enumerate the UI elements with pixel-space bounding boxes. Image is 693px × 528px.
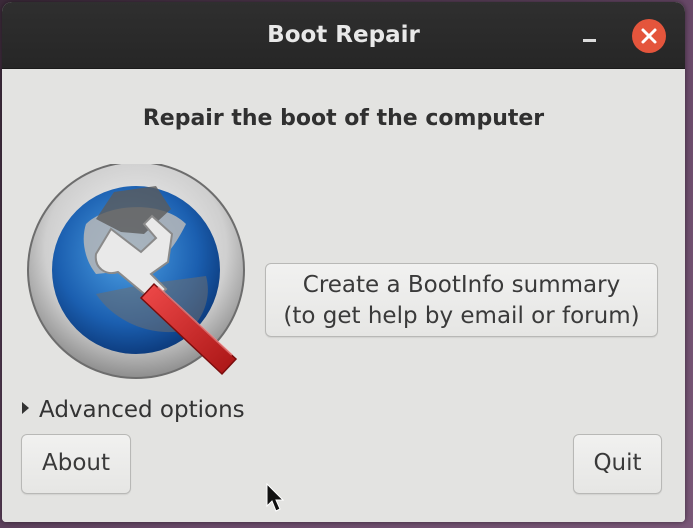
title-bar[interactable]: Boot Repair xyxy=(2,2,685,69)
minimize-button[interactable] xyxy=(574,24,604,48)
minimize-icon xyxy=(583,39,596,42)
bootinfo-button-line2: (to get help by email or forum) xyxy=(283,303,640,329)
quit-button[interactable]: Quit xyxy=(573,434,662,494)
main-content: Repair the boot of the computer Create a… xyxy=(2,69,685,522)
page-heading: Repair the boot of the computer xyxy=(142,106,545,131)
advanced-options-expander[interactable]: Advanced options xyxy=(22,397,245,423)
boot-repair-logo-icon xyxy=(27,164,245,379)
boot-repair-window: Boot Repair Repair the boot of the compu… xyxy=(2,2,685,522)
close-icon xyxy=(641,28,657,44)
create-bootinfo-summary-button[interactable]: Create a BootInfo summary (to get help b… xyxy=(265,263,658,337)
mouse-pointer-icon xyxy=(266,483,284,512)
close-button[interactable] xyxy=(632,19,666,53)
bootinfo-button-line1: Create a BootInfo summary xyxy=(302,272,621,298)
about-button[interactable]: About xyxy=(21,434,131,494)
expander-triangle-icon xyxy=(22,402,29,414)
advanced-options-label: Advanced options xyxy=(39,397,245,423)
